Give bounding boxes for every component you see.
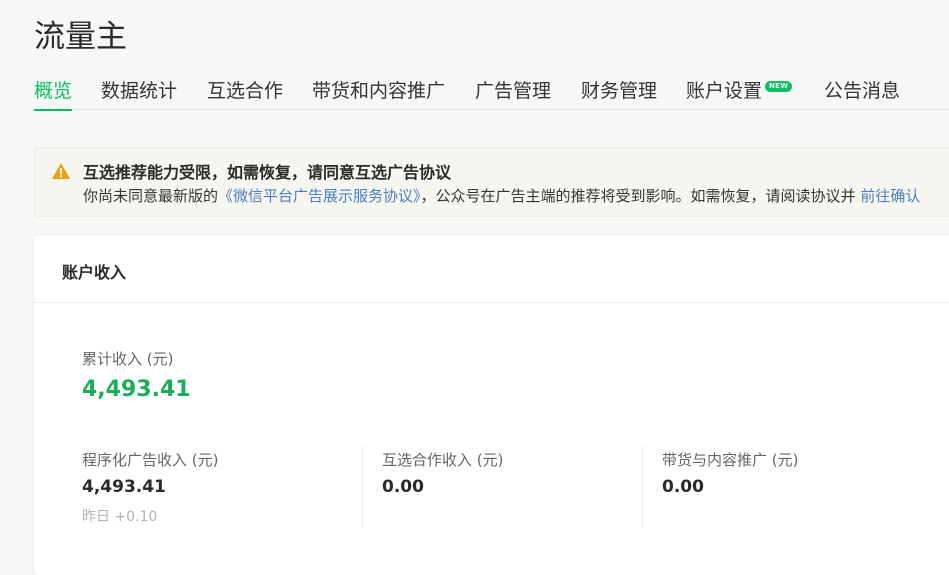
tab-ad-management[interactable]: 广告管理 (475, 72, 551, 110)
metric-value: 0.00 (662, 477, 704, 497)
warning-icon (51, 163, 71, 179)
agreement-notice: 互选推荐能力受限，如需恢复，请同意互选广告协议 你尚未同意最新版的《微信平台广告… (34, 147, 949, 217)
tab-finance-management[interactable]: 财务管理 (581, 72, 657, 110)
new-badge: NEW (765, 81, 793, 92)
tab-account-settings-label: 账户设置 (686, 80, 763, 102)
agreement-link[interactable]: 《微信平台广告展示服务协议》 (218, 187, 421, 205)
main-tabs: 概览 数据统计 互选合作 带货和内容推广 广告管理 财务管理 账户设置 NEW 公… (34, 72, 949, 111)
notice-body: 你尚未同意最新版的《微信平台广告展示服务协议》，公众号在广告主端的推荐将受到影响… (83, 185, 920, 206)
metric-yesterday-change: 昨日 +0.10 (82, 509, 158, 525)
tab-announcements[interactable]: 公告消息 (824, 72, 900, 110)
card-title: 账户收入 (62, 263, 127, 282)
metric-label: 带货与内容推广 (元) (662, 451, 799, 469)
tab-account-settings[interactable]: 账户设置 NEW (686, 72, 793, 110)
metric-label: 程序化广告收入 (元) (82, 451, 219, 469)
metric-programmatic-ads: 程序化广告收入 (元) 4,493.41 昨日 +0.10 (82, 445, 362, 527)
notice-title: 互选推荐能力受限，如需恢复，请同意互选广告协议 (83, 163, 452, 182)
metric-label: 互选合作收入 (元) (382, 451, 504, 469)
tab-data-statistics[interactable]: 数据统计 (101, 72, 177, 110)
total-income-value: 4,493.41 (82, 377, 191, 402)
notice-body-prefix: 你尚未同意最新版的 (83, 187, 219, 205)
metric-commerce-promotion: 带货与内容推广 (元) 0.00 (642, 445, 922, 527)
metric-mutual-selection: 互选合作收入 (元) 0.00 (362, 445, 642, 527)
metric-value: 0.00 (382, 477, 424, 497)
tab-mutual-selection[interactable]: 互选合作 (207, 72, 283, 110)
metric-value: 4,493.41 (82, 477, 166, 497)
tab-commerce-promotion[interactable]: 带货和内容推广 (312, 72, 445, 110)
tab-overview[interactable]: 概览 (34, 72, 73, 111)
total-income-label: 累计收入 (元) (82, 350, 174, 368)
notice-body-middle: ，公众号在广告主端的推荐将受到影响。如需恢复，请阅读协议并 (420, 187, 856, 205)
card-header: 账户收入 (34, 235, 949, 303)
confirm-link[interactable]: 前往确认 (860, 187, 920, 205)
account-income-card: 账户收入 累计收入 (元) 4,493.41 程序化广告收入 (元) 4,493… (34, 235, 949, 575)
page-title: 流量主 (34, 19, 127, 55)
